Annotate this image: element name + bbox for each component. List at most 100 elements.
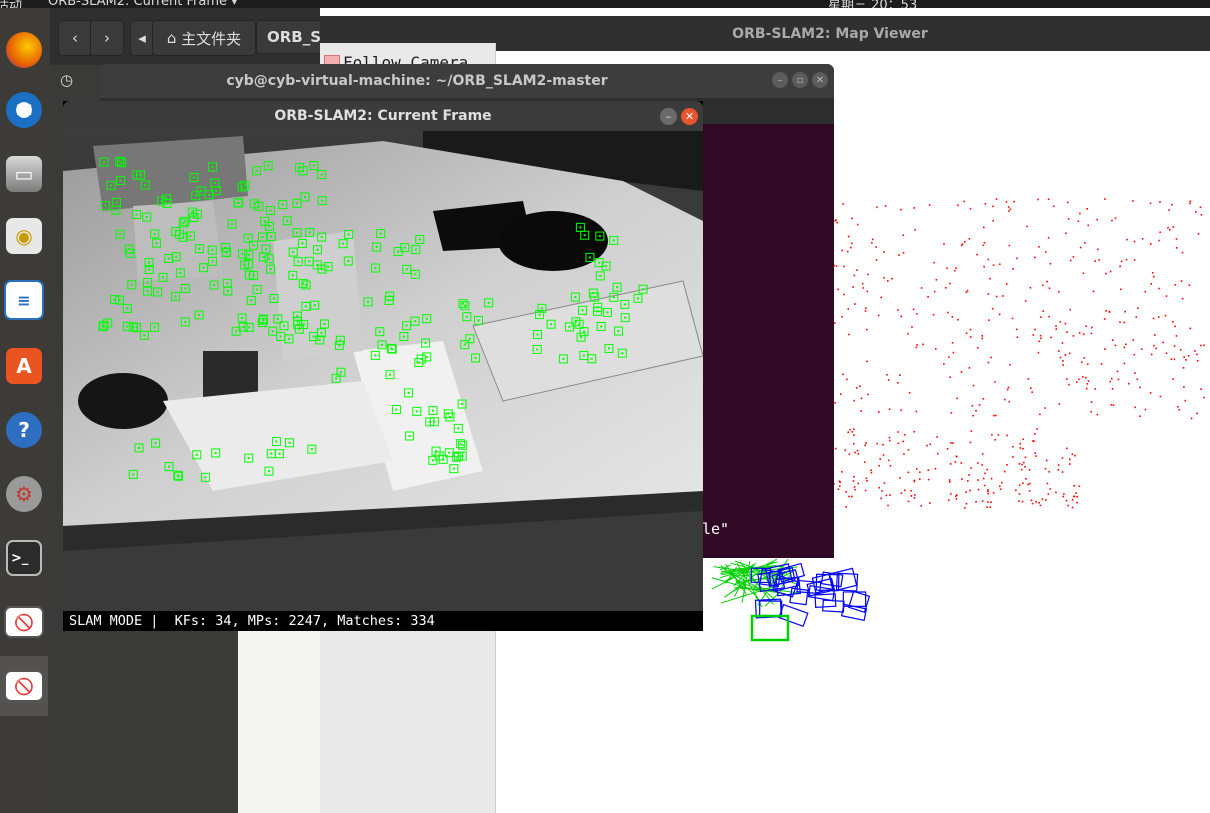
clock[interactable]: 星期三 20：53	[828, 0, 917, 8]
feature-point	[144, 184, 147, 187]
feature-point	[424, 341, 427, 344]
feature-point	[278, 452, 281, 455]
map-point	[1055, 491, 1057, 494]
feature-point	[536, 333, 539, 336]
minimize-icon[interactable]: –	[660, 108, 677, 125]
map-point	[1065, 232, 1067, 235]
map-point	[900, 315, 903, 318]
activities-button[interactable]: 活动	[0, 0, 22, 8]
map-point	[1094, 388, 1097, 390]
map-point	[1135, 316, 1138, 318]
map-point	[947, 311, 949, 314]
map-point	[969, 336, 972, 338]
map-point	[1009, 208, 1012, 211]
map-point	[1045, 459, 1048, 462]
feature-point	[579, 226, 582, 229]
recent-icon[interactable]: ◷	[60, 71, 73, 89]
feature-point	[167, 257, 170, 260]
map-point	[1133, 259, 1136, 261]
launcher-files[interactable]: ▭	[0, 144, 48, 204]
path-prev-button[interactable]: ◂	[130, 20, 154, 56]
map-point	[916, 344, 918, 346]
feature-point	[191, 211, 194, 214]
map-point	[950, 492, 952, 495]
map-point	[835, 219, 838, 221]
launcher-app-2[interactable]: 🚫	[0, 656, 48, 716]
feature-point	[642, 288, 645, 291]
map-point	[1018, 500, 1020, 502]
close-icon[interactable]: ✕	[812, 72, 828, 88]
map-point	[1109, 380, 1112, 383]
map-point	[1022, 438, 1025, 441]
launcher-rhythmbox[interactable]: ◉	[0, 206, 48, 266]
map-point	[1152, 317, 1155, 320]
feature-point	[130, 283, 133, 286]
launcher-settings[interactable]: ⚙	[0, 464, 48, 524]
map-point	[992, 220, 995, 222]
map-point	[1117, 378, 1120, 381]
map-point	[1150, 243, 1152, 245]
maximize-icon[interactable]: ▫	[792, 72, 808, 88]
map-point	[935, 278, 938, 281]
feature-point	[414, 320, 417, 323]
folder-crumb[interactable]: ORB_SL	[256, 20, 331, 54]
map-point	[1114, 344, 1117, 347]
feature-point	[102, 161, 105, 164]
map-point	[1050, 336, 1052, 339]
forward-button[interactable]: ›	[90, 20, 124, 56]
camera-frame	[63, 131, 703, 611]
launcher-writer[interactable]: ≡	[0, 270, 48, 330]
map-point	[1030, 499, 1033, 502]
feature-point	[208, 193, 211, 196]
close-icon[interactable]: ✕	[681, 108, 698, 125]
map-point	[981, 464, 984, 466]
map-point	[876, 442, 878, 445]
map-point	[981, 337, 984, 340]
launcher-thunderbird[interactable]: ✉	[0, 80, 48, 140]
map-point	[1041, 284, 1044, 287]
launcher-help[interactable]: ?	[0, 400, 48, 460]
app-menu[interactable]: ORB-SLAM2: Current Frame ▾	[48, 0, 238, 8]
launcher-software[interactable]: A	[0, 336, 48, 396]
map-point	[989, 506, 991, 509]
map-point	[1047, 493, 1050, 495]
map-point	[953, 269, 956, 272]
no-entry-icon: 🚫	[4, 670, 44, 702]
feature-point	[281, 203, 284, 206]
map-point	[915, 410, 918, 413]
launcher-terminal[interactable]: >_	[0, 528, 48, 588]
map-point	[998, 313, 1001, 316]
feature-point	[414, 248, 417, 251]
feature-point	[308, 231, 311, 234]
feature-point	[247, 262, 250, 265]
map-point	[834, 401, 836, 404]
map-point	[1196, 412, 1198, 415]
feature-point	[261, 321, 264, 324]
map-point	[1125, 258, 1128, 261]
no-entry-icon: 🚫	[4, 606, 44, 638]
launcher-app-1[interactable]: 🚫	[0, 592, 48, 652]
back-button[interactable]: ‹	[58, 20, 92, 56]
feature-point	[147, 261, 150, 264]
feature-point	[177, 475, 180, 478]
map-point	[1084, 242, 1086, 244]
feature-point	[562, 357, 565, 360]
map-point	[1062, 359, 1064, 362]
map-point	[902, 440, 904, 443]
minimize-icon[interactable]: –	[772, 72, 788, 88]
map-point	[1022, 447, 1024, 450]
map-point	[1068, 352, 1071, 355]
feature-point	[435, 450, 438, 453]
home-crumb[interactable]: ⌂ 主文件夹	[152, 20, 256, 56]
feature-point	[590, 357, 593, 360]
map-point	[1098, 259, 1100, 261]
feature-point	[598, 261, 601, 264]
software-icon: A	[6, 348, 42, 384]
map-point	[857, 453, 860, 455]
map-point	[852, 442, 855, 445]
map-point	[971, 404, 974, 407]
feature-point	[302, 282, 305, 285]
feature-point	[269, 209, 272, 212]
launcher-firefox[interactable]	[0, 20, 48, 80]
map-point	[994, 414, 997, 417]
